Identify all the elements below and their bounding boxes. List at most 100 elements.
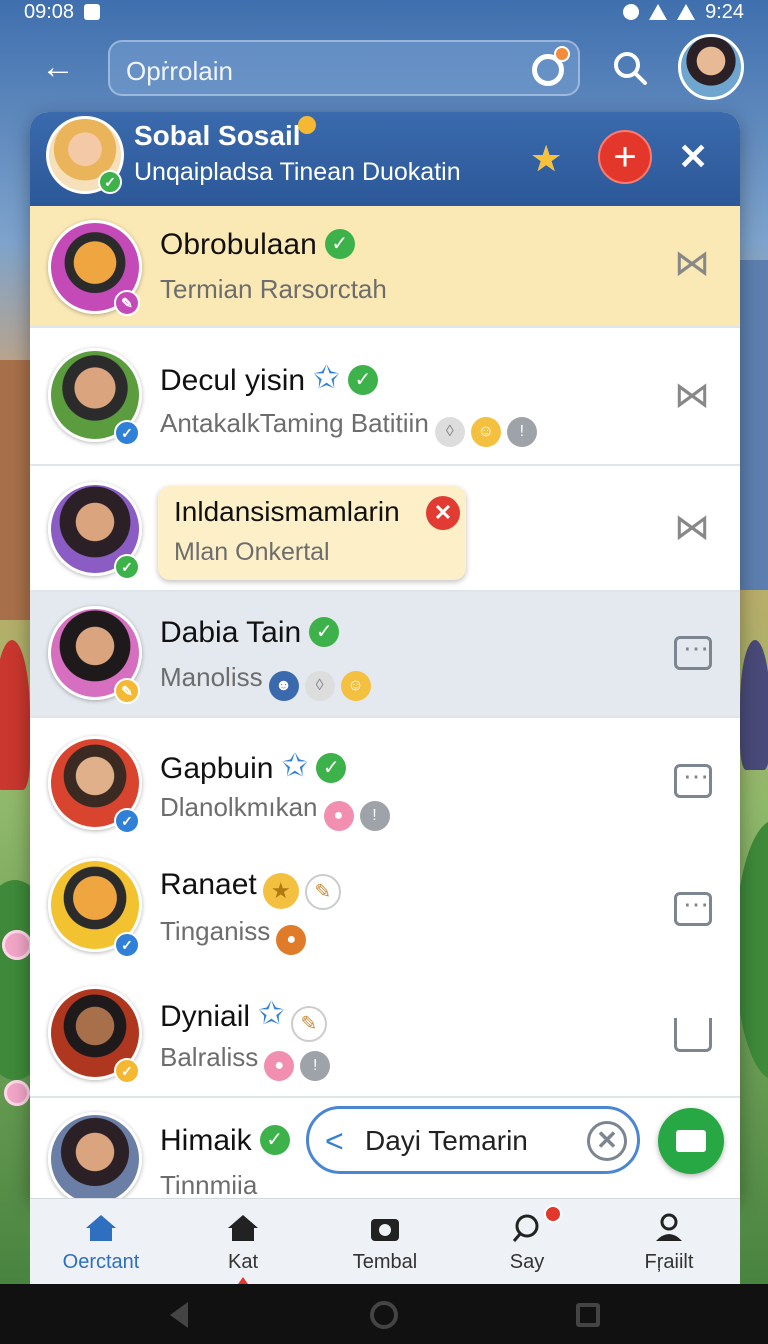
drumstick-icon: ✎ bbox=[290, 1006, 327, 1042]
nav-label: Kat bbox=[227, 1251, 259, 1273]
chat-row[interactable]: ✓ Inldansismamlarin ✕ Mlan Onkertal ⋈ bbox=[30, 466, 740, 592]
share-icon[interactable]: < bbox=[325, 1123, 344, 1160]
message-preview-text: AntakalkTaming Batitiin bbox=[160, 408, 429, 438]
contact-name: Gapbuin ✩ ✓ bbox=[160, 746, 347, 786]
message-preview: AntakalkTaming Batitiin ◊ ☺! bbox=[160, 408, 537, 447]
compose-field[interactable]: < Dayi Temarin ✕ bbox=[306, 1106, 640, 1174]
search-placeholder: Opṙrolain bbox=[126, 56, 233, 86]
alert-icon: ! bbox=[300, 1051, 331, 1081]
system-home-icon[interactable] bbox=[370, 1301, 398, 1329]
message-preview: Termian Rarsorctah bbox=[160, 274, 387, 304]
message-preview: Dlanolkmıkan ●! bbox=[160, 792, 390, 831]
chat-list: ✎ Obrobulaan ✓ Termian Rarsorctah ⋈ ✓ Dec… bbox=[30, 206, 740, 1198]
chat-row[interactable]: ✓ Ranaet ★ ✎ Tinganiss ● bbox=[30, 846, 740, 972]
check-icon: ✓ bbox=[324, 229, 355, 259]
wifi-icon bbox=[649, 4, 668, 20]
top-app-bar: ← Opṙrolain bbox=[0, 34, 768, 104]
nav-item-tembal[interactable]: Tembal bbox=[314, 1199, 456, 1284]
group-header: ✓ Sobal Sosail Unqaipladsa Tinean Duokat… bbox=[30, 112, 740, 206]
drumstick-icon: ✎ bbox=[304, 874, 341, 910]
message-preview-text: Balraliss bbox=[160, 1042, 259, 1072]
notification-icon bbox=[84, 4, 101, 20]
check-icon: ✓ bbox=[316, 753, 347, 783]
chat-row[interactable]: ✎ Dabia Tain ✓ Manoliss ☻ ◊ ☺ bbox=[30, 592, 740, 718]
contact-avatar bbox=[48, 1112, 142, 1198]
bottom-navigation: Oerctant Kat Tembal Say Fŗaiilt bbox=[30, 1198, 740, 1287]
notification-dot bbox=[554, 46, 570, 62]
star-icon: ✩ bbox=[313, 359, 340, 395]
chat-row[interactable]: ✓ Gapbuin ✩ ✓ Dlanolkmıkan ●! bbox=[30, 718, 740, 846]
alert-icon: ! bbox=[506, 417, 537, 447]
contact-name: Himaik ✓ bbox=[160, 1124, 290, 1158]
chat-bubble-icon[interactable] bbox=[674, 889, 712, 926]
search-icon[interactable] bbox=[610, 48, 650, 88]
star-icon: ✩ bbox=[258, 995, 285, 1031]
message-preview: Manoliss ☻ ◊ ☺ bbox=[160, 662, 371, 701]
star-icon[interactable]: ★ bbox=[530, 138, 562, 180]
pig-emoji-icon: ● bbox=[323, 801, 354, 831]
close-icon[interactable]: ✕ bbox=[678, 136, 708, 178]
avatar-badge-icon: ✎ bbox=[114, 290, 140, 316]
contact-name: Dabia Tain ✓ bbox=[160, 616, 340, 650]
contact-name-text: Himaik bbox=[160, 1124, 252, 1157]
add-button[interactable]: + bbox=[598, 130, 652, 184]
nav-label: Tembal bbox=[352, 1251, 418, 1273]
kid-right-illustration bbox=[740, 640, 768, 770]
nav-item-profile[interactable]: Fŗaiilt bbox=[598, 1199, 740, 1284]
back-arrow-icon[interactable]: ← bbox=[38, 48, 78, 88]
notification-badge bbox=[544, 1205, 562, 1223]
gold-star-icon: ★ bbox=[262, 873, 299, 909]
group-title: Sobal Sosail bbox=[134, 120, 301, 151]
message-preview: Mlan Onkertal bbox=[174, 538, 330, 566]
contact-name: Dyniail ✩ ✎ bbox=[160, 994, 327, 1042]
chat-row[interactable]: Himaik ✓ Tinnmiia < Dayi Temarin ✕ bbox=[30, 1098, 740, 1198]
chat-bubble-icon[interactable] bbox=[674, 1018, 712, 1052]
message-preview-card[interactable]: Inldansismamlarin ✕ Mlan Onkertal bbox=[158, 486, 466, 580]
bowtie-icon[interactable]: ⋈ bbox=[674, 245, 712, 281]
check-icon: ✓ bbox=[259, 1125, 290, 1155]
bowtie-icon[interactable]: ⋈ bbox=[674, 377, 712, 413]
contact-name-text: Dabia Tain bbox=[160, 616, 302, 649]
verified-badge-icon: ✓ bbox=[98, 170, 122, 194]
close-icon[interactable]: ✕ bbox=[426, 496, 460, 530]
message-icon bbox=[676, 1130, 706, 1152]
system-recents-icon[interactable] bbox=[576, 1303, 600, 1327]
nav-item-say[interactable]: Say bbox=[456, 1199, 598, 1284]
verified-badge-icon: ✓ bbox=[114, 420, 140, 446]
new-chat-button[interactable] bbox=[658, 1108, 724, 1174]
clear-icon[interactable]: ✕ bbox=[587, 1121, 627, 1161]
contact-name-text: Gapbuin bbox=[160, 752, 274, 785]
verified-badge-icon: ✓ bbox=[114, 554, 140, 580]
drop-icon: ◊ bbox=[304, 671, 335, 701]
status-bar: 09:08 9:24 bbox=[0, 0, 768, 24]
chat-row[interactable]: ✎ Obrobulaan ✓ Termian Rarsorctah ⋈ bbox=[30, 206, 740, 328]
nav-item-kat[interactable]: Kat bbox=[172, 1199, 314, 1287]
verified-badge-icon: ✓ bbox=[114, 932, 140, 958]
chat-row[interactable]: ✓ Decul yisin ✩ ✓ AntakalkTaming Batitiin ◊… bbox=[30, 328, 740, 466]
contact-name: Ranaet ★ ✎ bbox=[160, 868, 341, 910]
message-preview: Tinnmiia bbox=[160, 1170, 258, 1198]
chat-row[interactable]: ✓ Dyniail ✩ ✎ Balraliss ●! bbox=[30, 972, 740, 1098]
avatar-badge-icon: ✎ bbox=[114, 678, 140, 704]
drop-icon: ◊ bbox=[434, 417, 465, 447]
check-icon: ✓ bbox=[347, 365, 378, 395]
group-subtitle: Unqaipladsa Tinean Duokatin bbox=[134, 158, 461, 186]
camera-icon bbox=[371, 1219, 399, 1241]
pot-emoji-icon: ● bbox=[276, 925, 307, 955]
star-icon: ✩ bbox=[281, 747, 309, 783]
message-preview-text: Manoliss bbox=[160, 662, 263, 692]
system-back-icon[interactable] bbox=[170, 1302, 188, 1328]
chat-panel: ✓ Sobal Sosail Unqaipladsa Tinean Duokat… bbox=[30, 112, 740, 1198]
bowtie-icon[interactable]: ⋈ bbox=[674, 509, 712, 545]
flower-decoration bbox=[2, 930, 32, 960]
check-icon: ✓ bbox=[309, 617, 340, 647]
chat-bubble-icon[interactable] bbox=[674, 761, 712, 798]
system-navigation-bar bbox=[0, 1284, 768, 1344]
person-icon bbox=[656, 1213, 682, 1241]
nav-item-home[interactable]: Oerctant bbox=[30, 1199, 172, 1284]
search-input[interactable]: Opṙrolain bbox=[108, 40, 580, 96]
chat-bubble-icon[interactable] bbox=[674, 633, 712, 670]
profile-avatar[interactable] bbox=[678, 34, 744, 100]
alarm-icon bbox=[623, 4, 640, 20]
message-preview-text: Tinganiss bbox=[160, 916, 271, 946]
